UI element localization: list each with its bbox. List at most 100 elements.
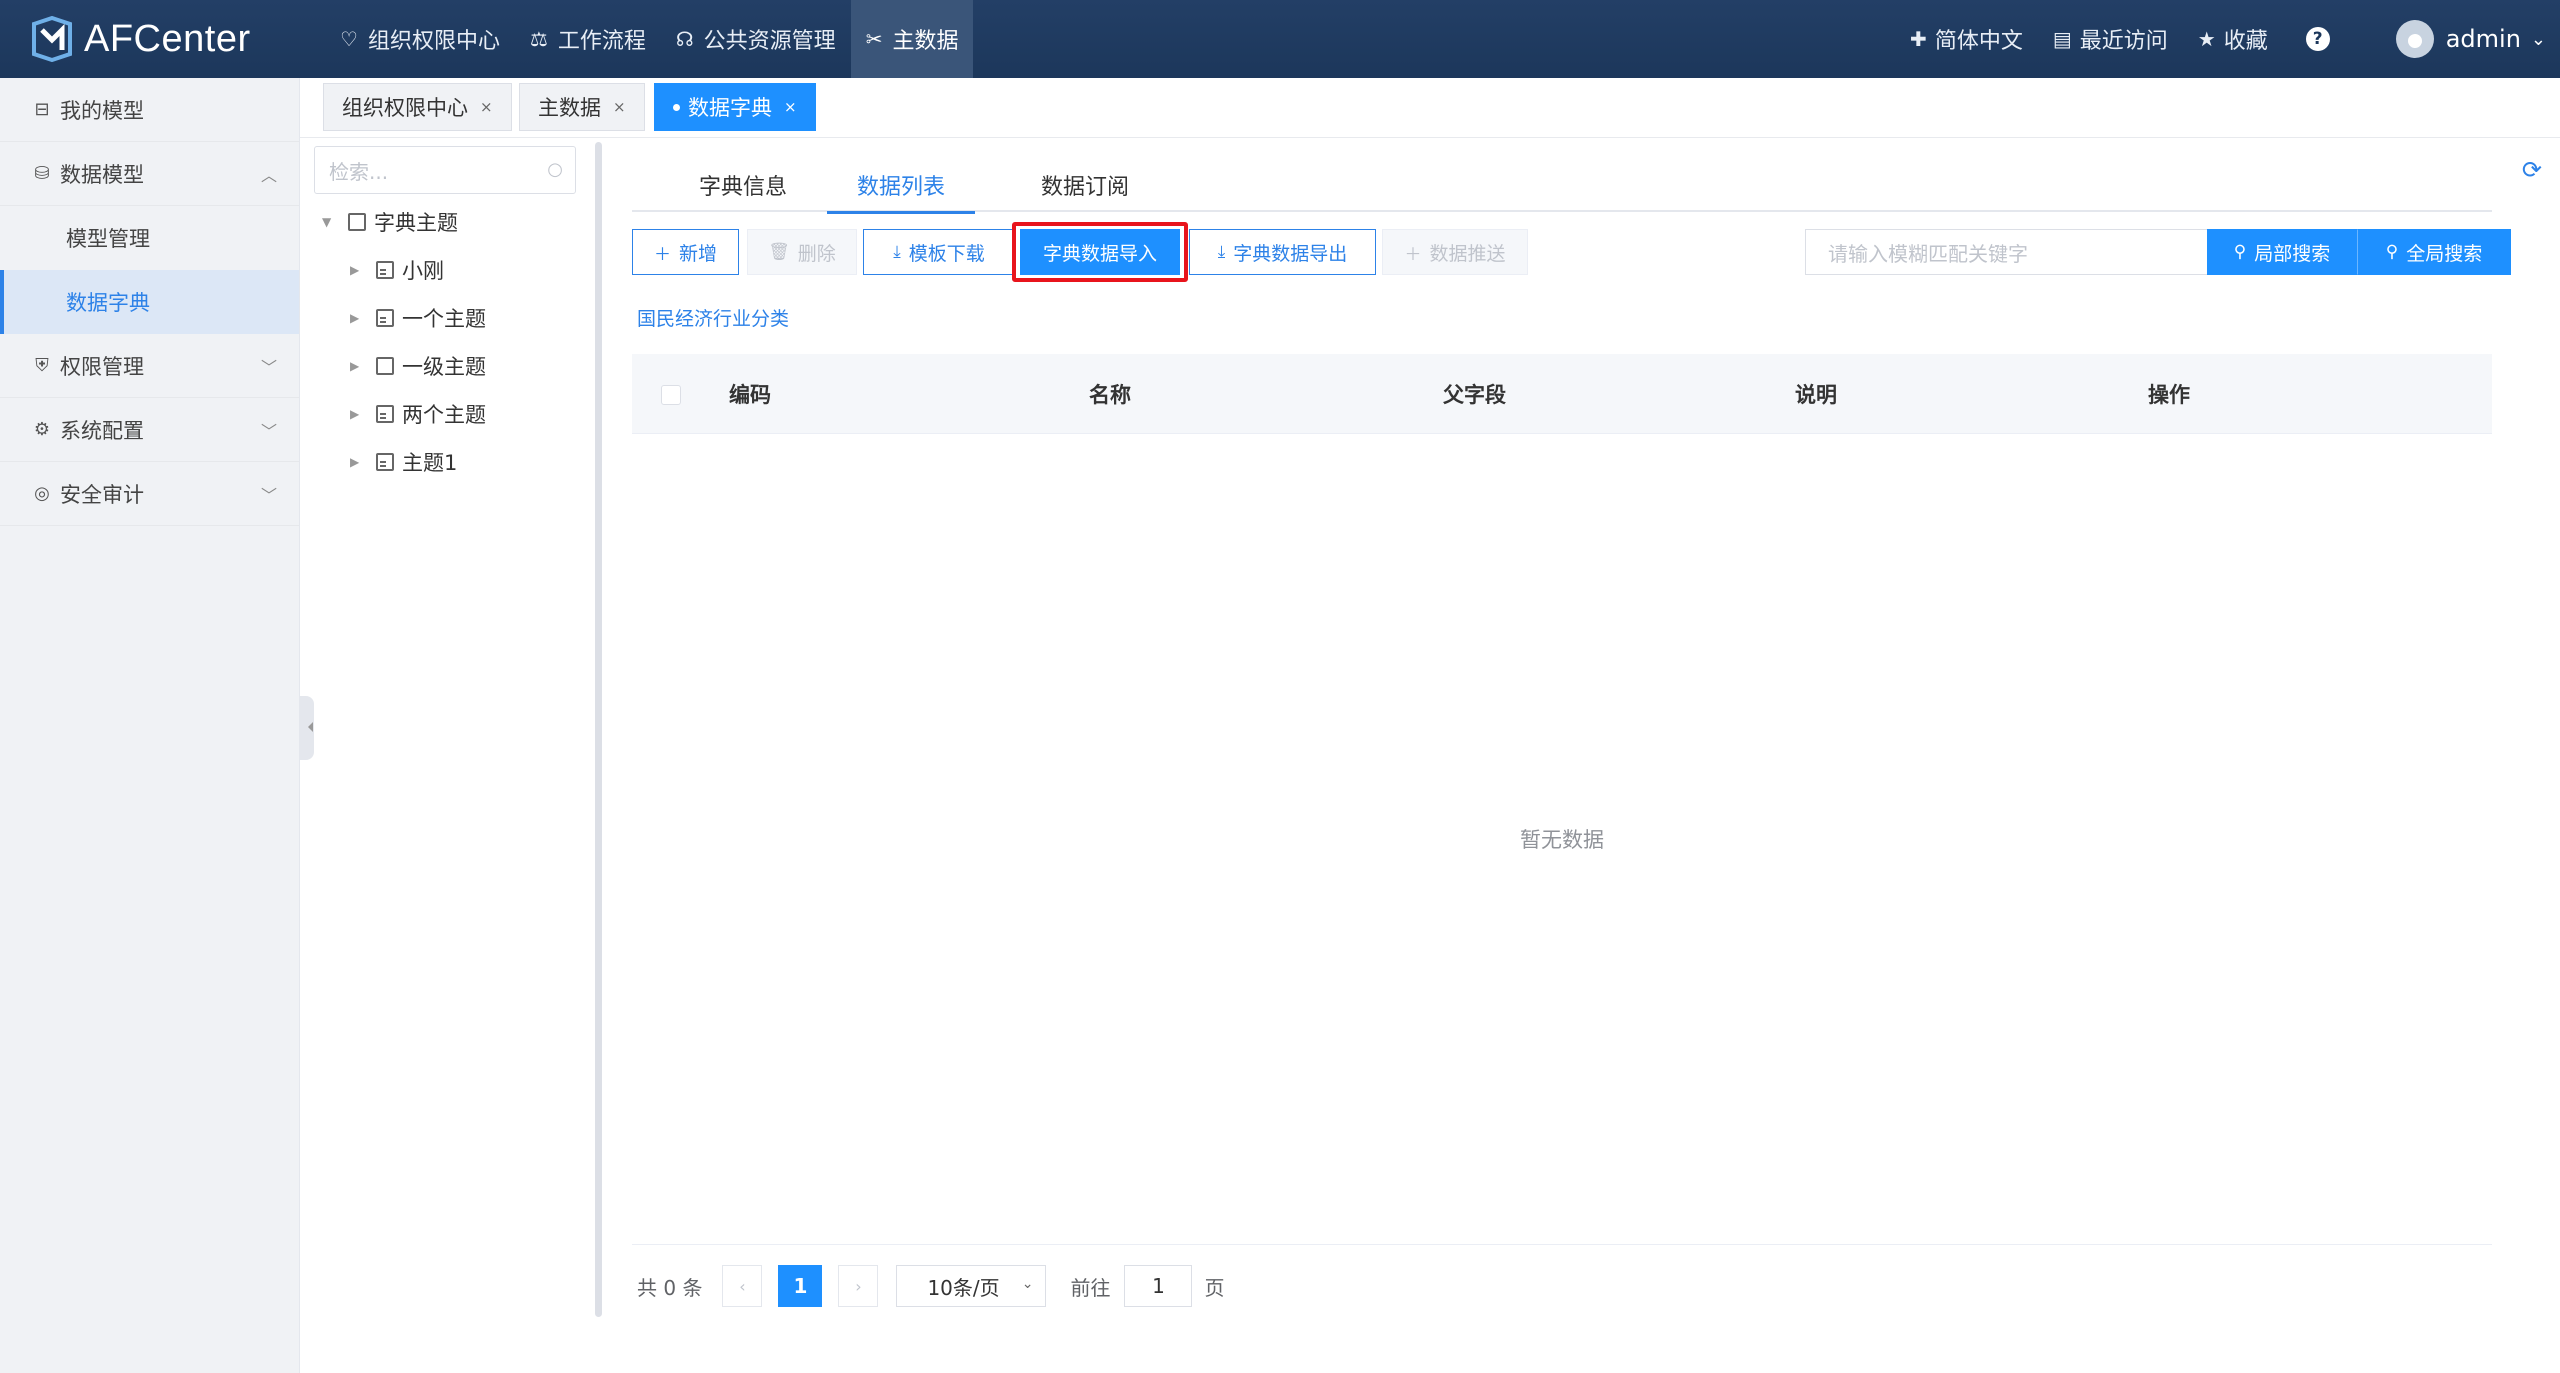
column-header-parent[interactable]: 父字段 xyxy=(1443,354,1506,434)
page-number-current[interactable]: 1 xyxy=(778,1265,823,1307)
sidebar-item-system-config[interactable]: ⚙ 系统配置 ﹀ xyxy=(0,398,299,462)
template-download-button[interactable]: ⤓ 模板下载 xyxy=(863,229,1015,275)
favorites[interactable]: ★ 收藏 xyxy=(2198,23,2268,55)
topnav-label: 主数据 xyxy=(892,29,959,54)
tree-node[interactable]: ▶ 两个主题 xyxy=(350,394,486,434)
empty-placeholder: 暂无数据 xyxy=(1520,828,1604,852)
tree-node[interactable]: ▶ 一级主题 xyxy=(350,346,486,386)
pagination: 共 0 条 ‹ 1 › 10条/页 ⌄ 前往 1 页 xyxy=(637,1264,1224,1308)
tab-org-permission[interactable]: 组织权限中心 × xyxy=(323,83,512,131)
search-icon: ○ xyxy=(547,159,563,180)
button-label: 字典数据导出 xyxy=(1233,242,1348,265)
category-link[interactable]: 国民经济行业分类 xyxy=(637,304,789,331)
topnav-public-resource[interactable]: ☊ 公共资源管理 xyxy=(661,0,851,78)
tab-master-data[interactable]: 主数据 × xyxy=(519,83,645,131)
tree-scrollbar[interactable] xyxy=(595,142,602,1317)
column-header-description[interactable]: 说明 xyxy=(1795,354,1837,434)
caret-right-icon[interactable]: ▶ xyxy=(350,359,366,373)
search-placeholder: 请输入模糊匹配关键字 xyxy=(1828,241,2028,266)
tools-icon: ✂ xyxy=(865,27,883,51)
user-name[interactable]: admin xyxy=(2446,25,2521,53)
tree-node[interactable]: ▶ 主题1 xyxy=(350,442,457,482)
sidebar-item-security-audit[interactable]: ◎ 安全审计 ﹀ xyxy=(0,462,299,526)
audit-icon: ◎ xyxy=(34,483,50,504)
button-label: 新增 xyxy=(678,242,717,265)
chevron-down-icon: ﹀ xyxy=(260,357,277,377)
keyword-search-input[interactable]: 请输入模糊匹配关键字 xyxy=(1805,229,2209,275)
active-dot-icon xyxy=(673,103,680,111)
tab-label: 组织权限中心 xyxy=(342,96,468,120)
caret-right-icon[interactable]: ▶ xyxy=(350,407,366,421)
sidebar-item-label: 数据字典 xyxy=(66,291,150,315)
top-nav: ♡ 组织权限中心 ⚖ 工作流程 ☊ 公共资源管理 ✂ 主数据 xyxy=(325,0,974,78)
prev-page-button[interactable]: ‹ xyxy=(722,1265,763,1307)
plus-icon: ＋ xyxy=(1404,244,1422,265)
sidebar-collapse-handle[interactable] xyxy=(300,696,314,760)
language-label: 简体中文 xyxy=(1934,29,2023,54)
sidebar-item-label: 模型管理 xyxy=(66,227,150,251)
tree-node-root[interactable]: ▼ 字典主题 xyxy=(322,202,458,242)
avatar[interactable] xyxy=(2395,20,2434,58)
button-label: 模板下载 xyxy=(908,242,985,265)
caret-right-icon[interactable]: ▶ xyxy=(350,311,366,325)
tab-data-list[interactable]: 数据列表 xyxy=(827,158,976,214)
column-header-code[interactable]: 编码 xyxy=(729,354,771,434)
close-icon[interactable]: × xyxy=(613,98,626,116)
topnav-master-data[interactable]: ✂ 主数据 xyxy=(850,0,974,78)
tree-node[interactable]: ▶ 一个主题 xyxy=(350,298,486,338)
topnav-workflow[interactable]: ⚖ 工作流程 xyxy=(515,0,661,78)
local-search-button[interactable]: ⚲ 局部搜索 xyxy=(2207,229,2357,275)
star-icon: ★ xyxy=(2197,27,2216,51)
add-button[interactable]: ＋ 新增 xyxy=(632,229,739,275)
refresh-icon[interactable]: ⟳ xyxy=(2522,156,2542,184)
sidebar-item-permission[interactable]: ⛨ 权限管理 ﹀ xyxy=(0,334,299,398)
caret-down-icon[interactable]: ▼ xyxy=(322,215,338,229)
tab-dictionary-info[interactable]: 字典信息 xyxy=(699,158,787,212)
tree-search-input[interactable]: 检索... ○ xyxy=(314,146,576,194)
sidebar-item-data-dictionary[interactable]: 数据字典 xyxy=(0,270,299,334)
delete-button[interactable]: 🗑 删除 xyxy=(747,229,857,275)
caret-right-icon[interactable]: ▶ xyxy=(350,455,366,469)
app-logo[interactable]: AFCenter xyxy=(30,16,251,62)
next-page-button[interactable]: › xyxy=(838,1265,879,1307)
sidebar-item-label: 我的模型 xyxy=(60,98,144,123)
dictionary-export-button[interactable]: ⤓ 字典数据导出 xyxy=(1189,229,1376,275)
globe-icon: ✚ xyxy=(1910,27,1927,51)
sidebar-item-data-model[interactable]: ⛁ 数据模型 ︿ xyxy=(0,142,299,206)
tree-node[interactable]: ▶ 小刚 xyxy=(350,250,444,290)
close-icon[interactable]: × xyxy=(784,98,797,116)
tab-data-subscription[interactable]: 数据订阅 xyxy=(1041,158,1129,212)
close-icon[interactable]: × xyxy=(480,98,493,116)
shield-icon: ⛨ xyxy=(35,355,49,376)
scale-icon: ⚖ xyxy=(529,27,548,51)
tab-label: 数据字典 xyxy=(688,96,772,120)
tab-data-dictionary[interactable]: 数据字典 × xyxy=(654,83,816,131)
help-icon[interactable]: ? xyxy=(2305,27,2330,51)
caret-right-icon[interactable]: ▶ xyxy=(350,263,366,277)
sidebar-item-model-management[interactable]: 模型管理 xyxy=(0,206,299,270)
page-size-select[interactable]: 10条/页 ⌄ xyxy=(896,1265,1047,1307)
folder-icon xyxy=(348,213,366,231)
topnav-org-permission[interactable]: ♡ 组织权限中心 xyxy=(325,0,515,78)
topnav-label: 公共资源管理 xyxy=(703,29,836,54)
tree-panel: 检索... ○ ▼ 字典主题 ▶ 小刚 ▶ 一个主题 ▶ 一级主题 ▶ 两个主题… xyxy=(300,138,610,1373)
chevron-down-icon[interactable]: ⌄ xyxy=(2531,29,2546,50)
tree-node-label: 一级主题 xyxy=(402,355,486,379)
sidebar-item-my-models[interactable]: ⊟ 我的模型 xyxy=(0,78,299,142)
column-header-name[interactable]: 名称 xyxy=(1089,354,1131,434)
topnav-label: 工作流程 xyxy=(557,29,646,54)
global-search-button[interactable]: ⚲ 全局搜索 xyxy=(2357,229,2511,275)
goto-page-input[interactable]: 1 xyxy=(1124,1265,1193,1307)
language-switch[interactable]: ✚ 简体中文 xyxy=(1910,23,2023,55)
tree-search-placeholder: 检索... xyxy=(329,159,389,184)
select-all-checkbox[interactable] xyxy=(661,385,681,405)
tree-node-label: 字典主题 xyxy=(374,211,458,235)
button-label: 删除 xyxy=(797,242,836,265)
document-icon xyxy=(376,261,394,279)
recent-visits[interactable]: ▤ 最近访问 xyxy=(2053,23,2168,55)
sidebar: ⊟ 我的模型 ⛁ 数据模型 ︿ 模型管理 数据字典 ⛨ 权限管理 ﹀ ⚙ 系统配… xyxy=(0,78,300,1373)
button-label: 字典数据导入 xyxy=(1042,242,1157,265)
recent-label: 最近访问 xyxy=(2079,29,2168,54)
dictionary-import-button[interactable]: 字典数据导入 xyxy=(1020,229,1180,275)
data-push-button[interactable]: ＋ 数据推送 xyxy=(1382,229,1528,275)
